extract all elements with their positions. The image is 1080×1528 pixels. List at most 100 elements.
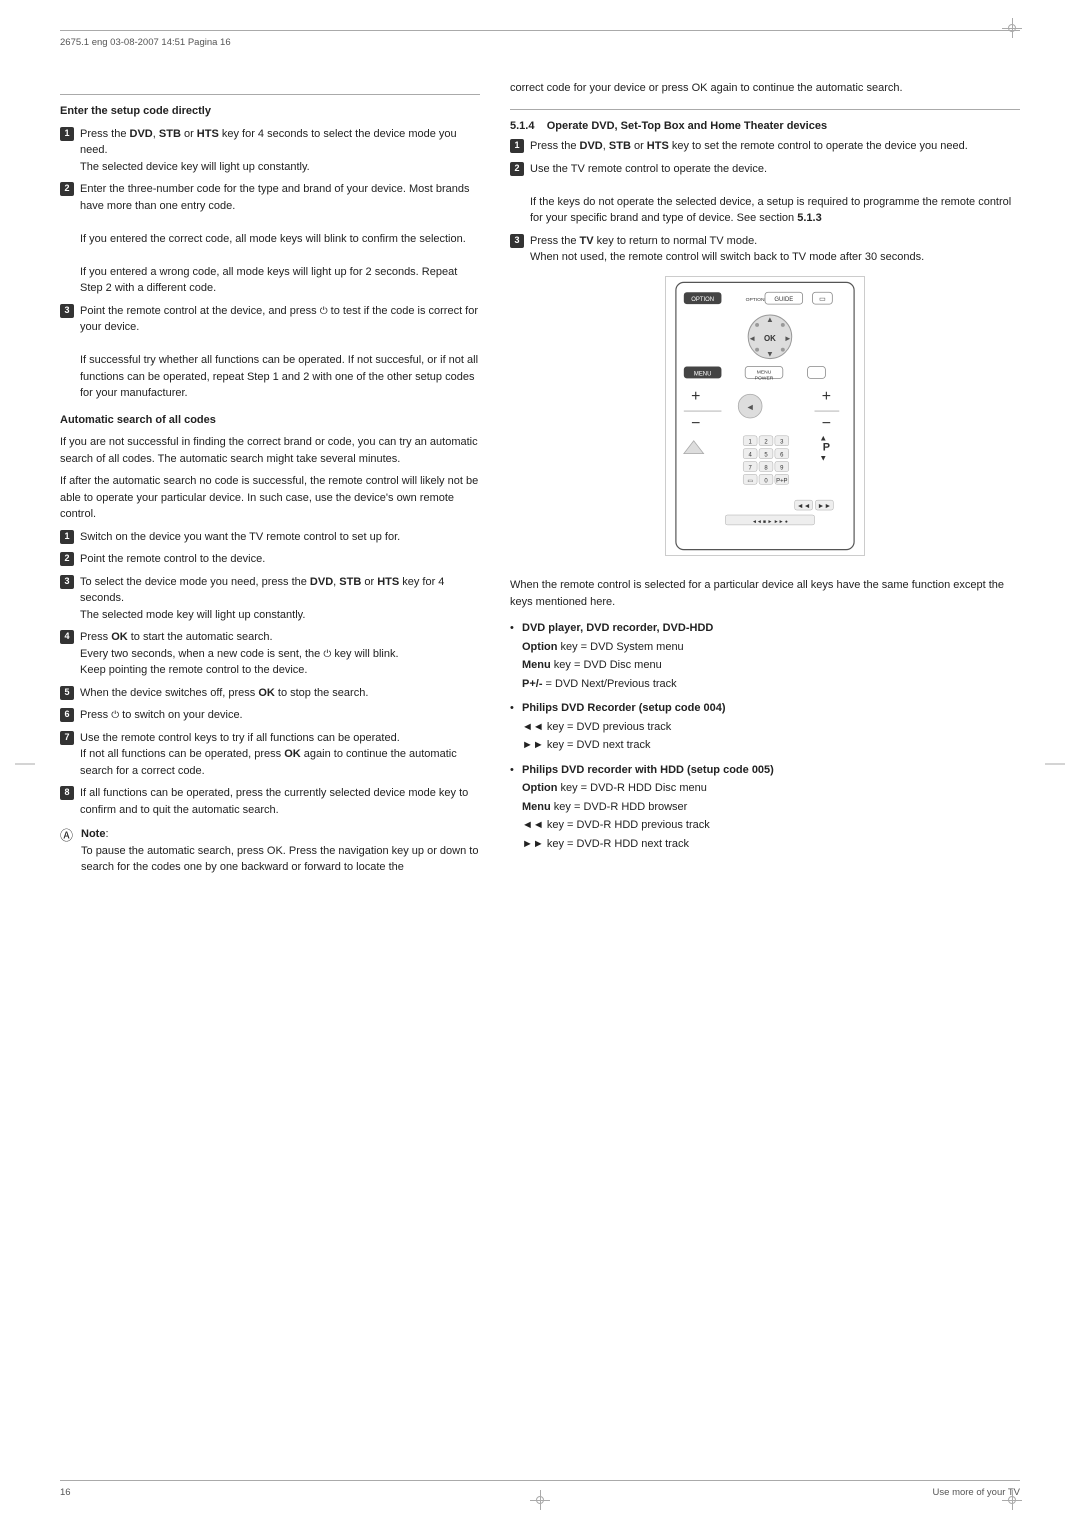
r-item1-content: Press the DVD, STB or HTS key to set the…: [530, 138, 1020, 155]
auto-item2: 2 Point the remote control to the device…: [60, 551, 480, 568]
note-content: Note: To pause the automatic search, pre…: [81, 826, 480, 876]
auto-item8: 8 If all functions can be operated, pres…: [60, 785, 480, 818]
bullet3-title: Philips DVD recorder with HDD (setup cod…: [522, 764, 774, 776]
svg-text:OPTION: OPTION: [746, 297, 765, 303]
bullet-item-3: Philips DVD recorder with HDD (setup cod…: [510, 762, 1020, 853]
auto-item1-content: Switch on the device you want the TV rem…: [80, 529, 480, 546]
svg-text:MENU: MENU: [757, 369, 772, 375]
r-item2: 2 Use the TV remote control to operate t…: [510, 161, 1020, 227]
auto-item6-text: Press ⏻ to switch on your device.: [80, 709, 243, 721]
item2-cont2: If you entered a wrong code, all mode ke…: [80, 266, 457, 295]
sub-item-1-3: P+/- = DVD Next/Previous track: [522, 676, 1020, 693]
auto-item2-content: Point the remote control to the device.: [80, 551, 480, 568]
svg-text:◄: ◄: [746, 402, 755, 412]
item2-content: Enter the three-number code for the type…: [80, 181, 480, 297]
item2-text: Enter the three-number code for the type…: [80, 183, 470, 212]
auto-item5-content: When the device switches off, press OK t…: [80, 685, 480, 702]
bullet2-title: Philips DVD Recorder (setup code 004): [522, 702, 726, 714]
r-item2-text: Use the TV remote control to operate the…: [530, 163, 767, 175]
sub-item-3-4: ►► key = DVD-R HDD next track: [522, 836, 1020, 853]
auto-item3-content: To select the device mode you need, pres…: [80, 574, 480, 624]
auto-item5-text: When the device switches off, press OK t…: [80, 687, 368, 699]
auto-item3: 3 To select the device mode you need, pr…: [60, 574, 480, 624]
left-column: Enter the setup code directly 1 Press th…: [60, 80, 480, 1448]
r-item1: 1 Press the DVD, STB or HTS key to set t…: [510, 138, 1020, 155]
auto-intro2: If after the automatic search no code is…: [60, 473, 480, 523]
badge-1: 1: [60, 127, 74, 141]
auto-badge-2: 2: [60, 552, 74, 566]
left-tick: [15, 764, 35, 765]
auto-badge-1: 1: [60, 530, 74, 544]
right-tick: [1045, 764, 1065, 765]
svg-text:−: −: [691, 414, 700, 431]
section-514: 5.1.4 Operate DVD, Set-Top Box and Home …: [510, 118, 1020, 266]
section514-header: 5.1.4 Operate DVD, Set-Top Box and Home …: [510, 118, 1020, 135]
section-enter-code: Enter the setup code directly 1 Press th…: [60, 103, 480, 402]
r-item1-text: Press the DVD, STB or HTS key to set the…: [530, 140, 968, 152]
auto-item7-cont: If not all functions can be operated, pr…: [80, 748, 457, 777]
section1-item2: 2 Enter the three-number code for the ty…: [60, 181, 480, 297]
divider-top-left: [60, 94, 480, 95]
r-item3: 3 Press the TV key to return to normal T…: [510, 233, 1020, 266]
svg-text:◄◄ ■ ► ►► ●: ◄◄ ■ ► ►► ●: [752, 519, 788, 524]
section514-subtitle: Operate DVD, Set-Top Box and Home Theate…: [547, 120, 827, 132]
section514-num: 5.1.4: [510, 120, 534, 132]
bullet-list: DVD player, DVD recorder, DVD-HDD Option…: [510, 620, 1020, 852]
badge-3: 3: [60, 304, 74, 318]
auto-badge-4: 4: [60, 630, 74, 644]
r-item3-cont: When not used, the remote control will s…: [530, 251, 924, 263]
remote-description: When the remote control is selected for …: [510, 577, 1020, 610]
remote-wrapper: OPTION GUIDE ▭ OPTION OK ▲ ▼: [510, 276, 1020, 562]
svg-text:▼: ▼: [766, 349, 774, 358]
r-item3-text: Press the TV key to return to normal TV …: [530, 235, 757, 247]
svg-text:POWER: POWER: [755, 375, 774, 381]
crosshair-bottom-center: [530, 1490, 550, 1510]
content-area: Enter the setup code directly 1 Press th…: [60, 80, 1020, 1448]
item1-text: Press the DVD, STB or HTS key for 4 seco…: [80, 128, 457, 157]
sub-item-2-1: ◄◄ key = DVD previous track: [522, 719, 1020, 736]
r-item2-content: Use the TV remote control to operate the…: [530, 161, 1020, 227]
svg-text:►: ►: [784, 333, 792, 342]
svg-text:2: 2: [764, 439, 767, 445]
svg-text:▼: ▼: [819, 453, 827, 462]
auto-item8-text: If all functions can be operated, press …: [80, 787, 468, 816]
svg-text:◄◄: ◄◄: [797, 503, 811, 510]
auto-item4: 4 Press OK to start the automatic search…: [60, 629, 480, 679]
svg-text:OPTION: OPTION: [691, 297, 714, 303]
auto-item6-content: Press ⏻ to switch on your device.: [80, 707, 480, 724]
bullet-item-1: DVD player, DVD recorder, DVD-HDD Option…: [510, 620, 1020, 692]
r-item3-content: Press the TV key to return to normal TV …: [530, 233, 1020, 266]
sub-item-3-2: Menu key = DVD-R HDD browser: [522, 799, 1020, 816]
bullet3-sublist: Option key = DVD-R HDD Disc menu Menu ke…: [522, 780, 1020, 852]
auto-item7-content: Use the remote control keys to try if al…: [80, 730, 480, 780]
footer-page-number: 16: [60, 1487, 71, 1498]
crosshair-top-right: [1002, 18, 1022, 38]
header-bar: 2675.1 eng 03-08-2007 14:51 Pagina 16: [60, 30, 1020, 48]
item2-cont1: If you entered the correct code, all mod…: [80, 233, 466, 245]
note-label: Note: [81, 828, 105, 840]
svg-text:▭: ▭: [747, 478, 753, 484]
header-text: 2675.1 eng 03-08-2007 14:51 Pagina 16: [60, 37, 231, 48]
crosshair-bottom-right: [1002, 1490, 1022, 1510]
sub-item-1-1: Option key = DVD System menu: [522, 639, 1020, 656]
svg-text:MENU: MENU: [694, 371, 711, 377]
section1-item1: 1 Press the DVD, STB or HTS key for 4 se…: [60, 126, 480, 176]
svg-text:OK: OK: [764, 333, 776, 342]
auto-intro1: If you are not successful in finding the…: [60, 434, 480, 467]
bullet2-sublist: ◄◄ key = DVD previous track ►► key = DVD…: [522, 719, 1020, 754]
auto-item3-text: To select the device mode you need, pres…: [80, 576, 444, 605]
right-intro: correct code for your device or press OK…: [510, 80, 1020, 97]
page-container: 2675.1 eng 03-08-2007 14:51 Pagina 16 En…: [0, 0, 1080, 1528]
note-section: Ⓐ Note: To pause the automatic search, p…: [60, 826, 480, 876]
auto-item7: 7 Use the remote control keys to try if …: [60, 730, 480, 780]
svg-text:7: 7: [748, 465, 751, 471]
svg-text:▲: ▲: [819, 433, 827, 442]
svg-text:P+P: P+P: [776, 478, 787, 484]
right-divider: [510, 109, 1020, 110]
svg-text:►►: ►►: [818, 503, 832, 510]
svg-text:+: +: [822, 388, 831, 405]
r-badge-1: 1: [510, 139, 524, 153]
auto-badge-7: 7: [60, 731, 74, 745]
item3-cont: If successful try whether all functions …: [80, 354, 478, 399]
sub-item-2-2: ►► key = DVD next track: [522, 737, 1020, 754]
